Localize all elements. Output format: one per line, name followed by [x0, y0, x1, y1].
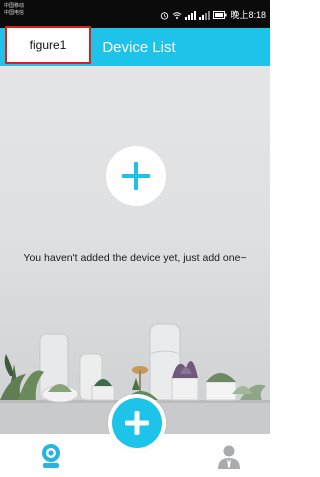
signal-icon — [185, 10, 197, 20]
wifi-icon — [173, 11, 182, 19]
center-add-button[interactable] — [108, 394, 166, 452]
user-profile-icon — [218, 445, 240, 469]
alarm-icon — [161, 11, 169, 20]
center-add-button-fill — [112, 398, 162, 448]
device-list-empty-state: You haven't added the device yet, just a… — [0, 66, 270, 434]
carrier-info: 中国移动 中国电信 — [4, 3, 24, 17]
tab-devices[interactable] — [38, 442, 64, 470]
add-device-button[interactable] — [106, 146, 166, 206]
carrier-line-1: 中国移动 — [4, 3, 25, 9]
status-icons — [160, 10, 227, 20]
plus-icon — [125, 411, 149, 435]
camera-device-icon — [42, 444, 60, 468]
carrier-line-2: 中国电信 — [4, 10, 25, 16]
signal-icon — [199, 10, 211, 20]
battery-icon — [213, 11, 227, 19]
status-time: 晚上8:18 — [230, 10, 266, 20]
figure-label: figure1 — [5, 26, 91, 64]
tab-profile[interactable] — [216, 443, 242, 469]
empty-state-message: You haven't added the device yet, just a… — [23, 252, 247, 264]
status-bar: 中国移动 中国电信 晚上8:18 — [0, 0, 270, 28]
plus-icon — [122, 162, 150, 190]
status-indicators: 晚上8:18 — [160, 10, 266, 20]
